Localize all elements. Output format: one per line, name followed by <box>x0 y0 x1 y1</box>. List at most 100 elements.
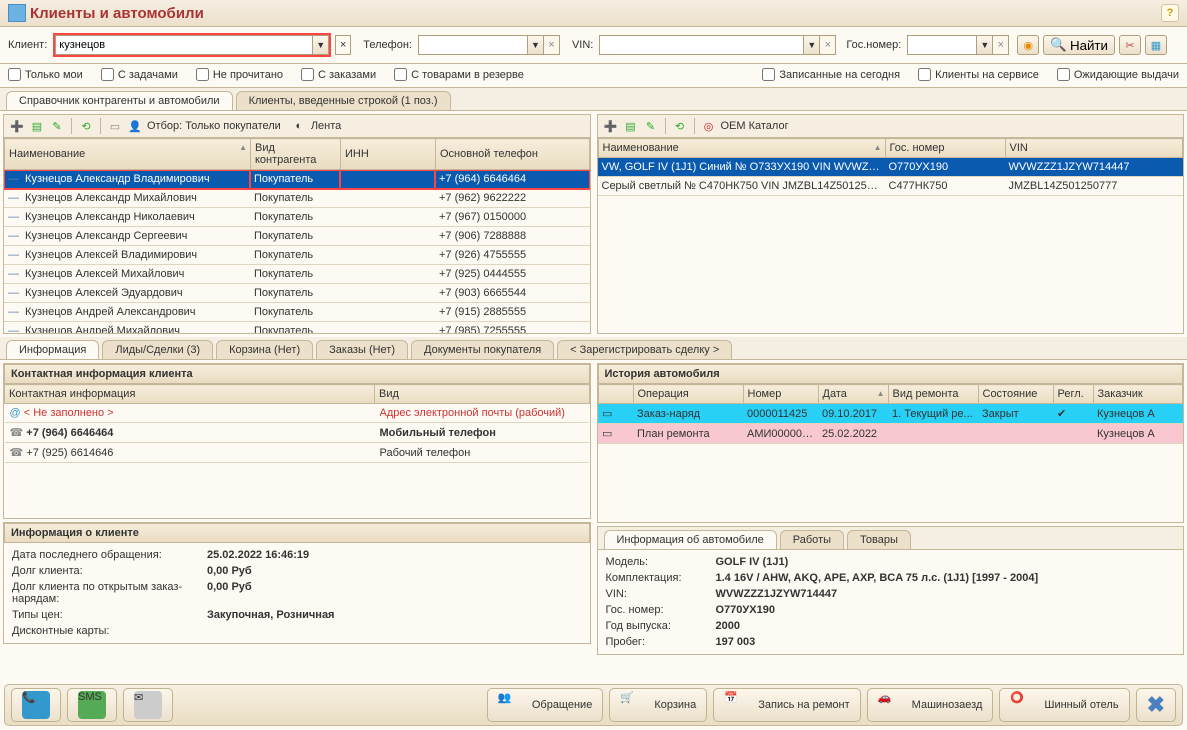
tab-directory[interactable]: Справочник контрагенты и автомобили <box>6 91 233 110</box>
tool2-button[interactable]: ▦ <box>1145 35 1167 55</box>
col-hist-op[interactable]: Операция <box>633 385 743 404</box>
table-row[interactable]: — Кузнецов Андрей АлександровичПокупател… <box>4 303 590 322</box>
col-hist-num[interactable]: Номер <box>743 385 818 404</box>
col-car-gos[interactable]: Гос. номер <box>885 139 1005 158</box>
table-row[interactable]: ☎ +7 (925) 6614646Рабочий телефон <box>5 443 590 463</box>
ear-icon-button[interactable]: ◉ <box>1017 35 1039 55</box>
col-hist-customer[interactable]: Заказчик <box>1093 385 1183 404</box>
tab-docs[interactable]: Документы покупателя <box>411 340 554 359</box>
table-row[interactable]: ▭План ремонтаАМИ000000125.02.2022Кузнецо… <box>598 424 1183 444</box>
edit-icon[interactable]: ✎ <box>49 118 65 134</box>
phone-clear[interactable]: × <box>544 35 560 55</box>
tab-car-works[interactable]: Работы <box>780 530 844 549</box>
filter-with-reserved[interactable]: С товарами в резерве <box>394 68 524 81</box>
tab-cart[interactable]: Корзина (Нет) <box>216 340 313 359</box>
col-kind[interactable]: Вид <box>375 385 590 404</box>
email-action[interactable]: ✉ <box>123 688 173 722</box>
table-row[interactable]: — Кузнецов Андрей МихайловичПокупатель+7… <box>4 322 590 334</box>
phone-dropdown[interactable]: ▼ <box>528 35 544 55</box>
history-header: История автомобиля <box>598 364 1184 384</box>
table-row[interactable]: — Кузнецов Александр НиколаевичПокупател… <box>4 208 590 227</box>
info-row: Типы цен:Закупочная, Розничная <box>4 607 590 623</box>
info-row: Дата последнего обращения:25.02.2022 16:… <box>4 547 590 563</box>
client-input[interactable] <box>55 35 313 55</box>
lenta-label: Лента <box>311 120 341 132</box>
add-list-icon[interactable]: ▤ <box>29 118 45 134</box>
phone-input[interactable] <box>418 35 528 55</box>
filter-waiting-pickup[interactable]: Ожидающие выдачи <box>1057 68 1179 81</box>
col-phone[interactable]: Основной телефон <box>436 139 590 170</box>
tab-car-goods[interactable]: Товары <box>847 530 911 549</box>
cart-icon: 🛒 <box>620 691 648 719</box>
vin-input[interactable] <box>599 35 804 55</box>
gosnumber-dropdown[interactable]: ▼ <box>977 35 993 55</box>
tire-icon: ⭕ <box>1010 691 1038 719</box>
client-clear[interactable]: × <box>335 35 351 55</box>
oem-icon[interactable]: ◎ <box>701 118 717 134</box>
refresh-icon[interactable]: ⟲ <box>78 118 94 134</box>
table-row[interactable]: — Кузнецов Алексей ВладимировичПокупател… <box>4 246 590 265</box>
filter-only-mine[interactable]: Только мои <box>8 68 83 81</box>
person-icon[interactable]: 👤 <box>127 118 143 134</box>
table-row[interactable]: ▭Заказ-наряд000001142509.10.20171. Текущ… <box>598 404 1183 424</box>
filter-unread[interactable]: Не прочитано <box>196 68 283 81</box>
col-car-vin[interactable]: VIN <box>1005 139 1183 158</box>
request-button[interactable]: 👥Обращение <box>487 688 603 722</box>
filter-in-service[interactable]: Клиенты на сервисе <box>918 68 1039 81</box>
add-icon[interactable]: ➕ <box>603 118 619 134</box>
tab-by-string[interactable]: Клиенты, введенные строкой (1 поз.) <box>236 91 451 110</box>
table-row[interactable]: — Кузнецов Александр МихайловичПокупател… <box>4 189 590 208</box>
vin-dropdown[interactable]: ▼ <box>804 35 820 55</box>
tire-hotel-button[interactable]: ⭕Шинный отель <box>999 688 1129 722</box>
lenta-icon[interactable]: ◐ <box>291 118 307 134</box>
table-row[interactable]: — Кузнецов Александр СергеевичПокупатель… <box>4 227 590 246</box>
tab-car-info[interactable]: Информация об автомобиле <box>604 530 777 549</box>
close-button[interactable]: ✖ <box>1136 688 1176 722</box>
booking-button[interactable]: 📅Запись на ремонт <box>713 688 860 722</box>
help-button[interactable]: ? <box>1161 4 1179 22</box>
filter-booked-today[interactable]: Записанные на сегодня <box>762 68 900 81</box>
gosnumber-input[interactable] <box>907 35 977 55</box>
refresh-icon[interactable]: ⟲ <box>672 118 688 134</box>
col-name[interactable]: Наименование▲ <box>5 139 251 170</box>
table-row[interactable]: @ < Не заполнено >Адрес электронной почт… <box>5 404 590 423</box>
calendar-icon: 📅 <box>724 691 752 719</box>
table-row[interactable]: — Кузнецов Алексей МихайловичПокупатель+… <box>4 265 590 284</box>
sms-action[interactable]: SMS <box>67 688 117 722</box>
tool1-button[interactable]: ✂ <box>1119 35 1141 55</box>
add-list-icon[interactable]: ▤ <box>623 118 639 134</box>
card-icon[interactable]: ▭ <box>107 118 123 134</box>
col-hist-repair[interactable]: Вид ремонта <box>888 385 978 404</box>
table-row[interactable]: — Кузнецов Алексей ЭдуардовичПокупатель+… <box>4 284 590 303</box>
table-row[interactable]: — Кузнецов Александр ВладимировичПокупат… <box>4 170 590 189</box>
gosnumber-clear[interactable]: × <box>993 35 1009 55</box>
oem-label: OEM Каталог <box>721 120 789 132</box>
tab-orders[interactable]: Заказы (Нет) <box>316 340 408 359</box>
table-row[interactable]: VW, GOLF IV (1J1) Синий № О733УХ190 VIN … <box>598 158 1184 177</box>
find-button[interactable]: 🔍Найти <box>1043 35 1115 55</box>
col-hist-date[interactable]: Дата▲ <box>818 385 888 404</box>
col-contact[interactable]: Контактная информация <box>5 385 375 404</box>
edit-icon[interactable]: ✎ <box>643 118 659 134</box>
search-icon: 🔍 <box>1050 37 1067 53</box>
phone-action[interactable]: 📞 <box>11 688 61 722</box>
col-hist-state[interactable]: Состояние <box>978 385 1053 404</box>
col-hist-icon[interactable] <box>598 385 633 404</box>
col-car-name[interactable]: Наименование▲ <box>598 139 885 158</box>
cart-button[interactable]: 🛒Корзина <box>609 688 707 722</box>
tab-register[interactable]: < Зарегистрировать сделку > <box>557 340 732 359</box>
col-hist-reg[interactable]: Регл. <box>1053 385 1093 404</box>
tab-info[interactable]: Информация <box>6 340 99 359</box>
table-row[interactable]: ☎ +7 (964) 6646464Мобильный телефон <box>5 423 590 443</box>
tab-leads[interactable]: Лиды/Сделки (3) <box>102 340 213 359</box>
col-type[interactable]: Вид контрагента <box>251 139 341 170</box>
filter-with-orders[interactable]: С заказами <box>301 68 376 81</box>
vin-clear[interactable]: × <box>820 35 836 55</box>
client-dropdown[interactable]: ▼ <box>313 35 329 55</box>
info-row: Долг клиента по открытым заказ-нарядам:0… <box>4 579 590 607</box>
col-inn[interactable]: ИНН <box>341 139 436 170</box>
car-entry-button[interactable]: 🚗Машинозаезд <box>867 688 994 722</box>
filter-with-tasks[interactable]: С задачами <box>101 68 178 81</box>
add-icon[interactable]: ➕ <box>9 118 25 134</box>
table-row[interactable]: Серый светлый № С470НК750 VIN JMZBL14Z50… <box>598 177 1184 196</box>
